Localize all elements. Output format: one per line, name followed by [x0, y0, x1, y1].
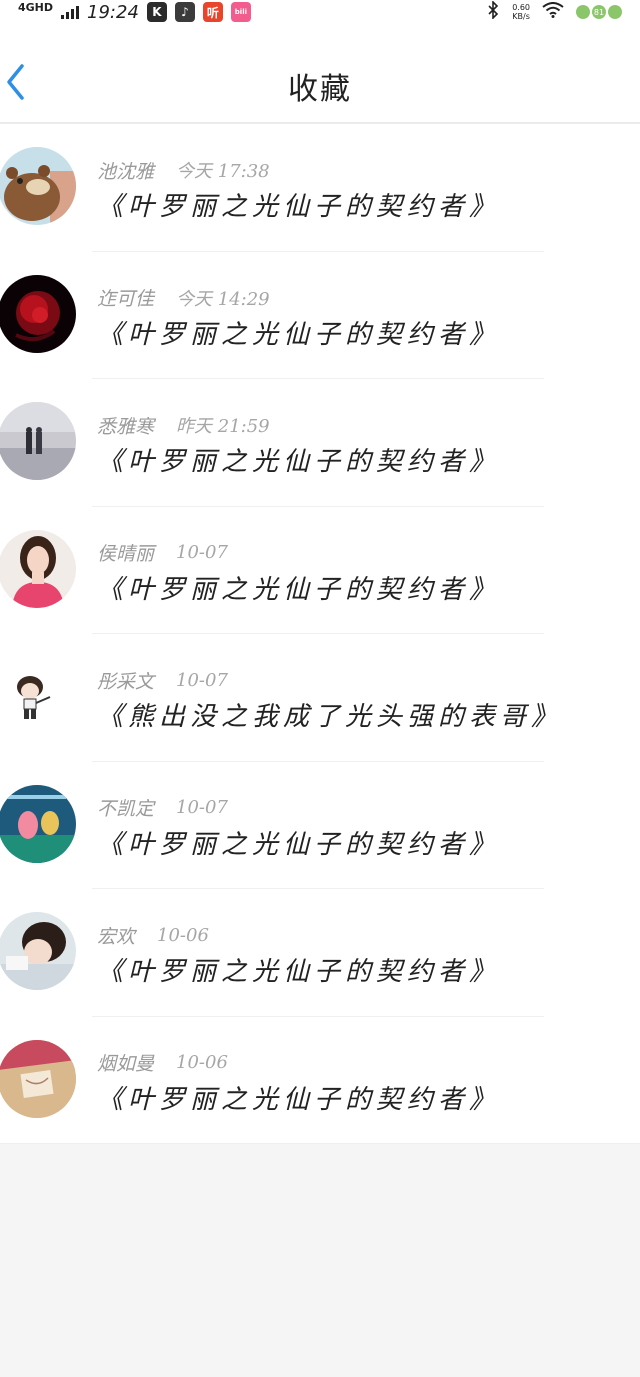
status-left: 4GHD 19:24 K ♪ 听 bili [18, 2, 251, 23]
book-title: 《叶罗丽之光仙子的契约者》 [97, 319, 501, 350]
favorites-list: 池沈雅 今天 17:38 《叶罗丽之光仙子的契约者》 迮可佳 今天 14:29 … [0, 124, 640, 1144]
username: 迮可佳 [97, 288, 155, 310]
avatar [0, 657, 76, 735]
bluetooth-icon [486, 0, 500, 24]
net-speed-unit: KB/s [512, 12, 530, 21]
username: 侯晴丽 [97, 543, 155, 565]
timestamp: 10-06 [157, 924, 209, 946]
avatar [0, 784, 76, 863]
item-meta: 池沈雅 今天 17:38 [97, 156, 270, 184]
item-meta: 侯晴丽 10-07 [97, 539, 228, 567]
book-title: 《叶罗丽之光仙子的契约者》 [97, 1084, 501, 1115]
item-meta: 迮可佳 今天 14:29 [97, 284, 270, 312]
app-icon-bilibili: bili [230, 2, 251, 22]
avatar [0, 274, 76, 353]
battery-level: 81 [592, 5, 606, 19]
item-meta: 烟如曼 10-06 [97, 1049, 228, 1077]
avatar [0, 147, 76, 225]
item-meta: 不凯定 10-07 [97, 794, 228, 822]
battery-icon: 81 [576, 5, 622, 19]
top-nav-bar: 收藏 [0, 24, 640, 124]
app-icon-listen: 听 [202, 2, 223, 22]
app-screen: 4GHD 19:24 K ♪ 听 bili 0.60 KB/s 81 收藏 池沈… [0, 0, 640, 1377]
list-item[interactable]: 侯晴丽 10-07 《叶罗丽之光仙子的契约者》 [0, 507, 640, 635]
timestamp: 今天 14:29 [176, 288, 270, 310]
net-speed-value: 0.60 [512, 3, 530, 12]
username: 不凯定 [97, 798, 155, 820]
list-item[interactable]: 悉雅寒 昨天 21:59 《叶罗丽之光仙子的契约者》 [0, 379, 640, 507]
book-title: 《熊出没之我成了光头强的表哥》 [97, 702, 563, 732]
timestamp: 昨天 21:59 [176, 416, 270, 437]
signal-icon [61, 5, 80, 19]
net-speed: 0.60 KB/s [512, 3, 530, 21]
book-title: 《叶罗丽之光仙子的契约者》 [97, 447, 501, 477]
username: 悉雅寒 [97, 415, 155, 438]
list-item[interactable]: 不凯定 10-07 《叶罗丽之光仙子的契约者》 [0, 762, 640, 890]
page-title: 收藏 [288, 72, 352, 107]
timestamp: 今天 17:38 [176, 161, 270, 182]
timestamp: 10-07 [176, 542, 228, 563]
network-type: 4GHD [18, 1, 54, 14]
wifi-icon [542, 1, 564, 23]
list-item[interactable]: 烟如曼 10-06 《叶罗丽之光仙子的契约者》 [0, 1017, 640, 1145]
book-title: 《叶罗丽之光仙子的契约者》 [97, 574, 501, 605]
timestamp: 10-07 [176, 797, 228, 818]
item-meta: 悉雅寒 昨天 21:59 [97, 411, 270, 439]
avatar [0, 912, 76, 990]
username: 宏欢 [97, 925, 136, 948]
app-icon-music: ♪ [174, 2, 195, 22]
app-icon-k: K [146, 2, 167, 22]
clock: 19:24 [87, 1, 139, 23]
username: 彤采文 [97, 670, 155, 693]
timestamp: 10-06 [176, 1052, 228, 1073]
list-item[interactable]: 彤采文 10-07 《熊出没之我成了光头强的表哥》 [0, 634, 640, 762]
list-item[interactable]: 池沈雅 今天 17:38 《叶罗丽之光仙子的契约者》 [0, 124, 640, 252]
avatar [0, 402, 76, 480]
status-bar: 4GHD 19:24 K ♪ 听 bili 0.60 KB/s 81 [0, 0, 640, 24]
item-meta: 宏欢 10-06 [97, 921, 209, 949]
list-item[interactable]: 宏欢 10-06 《叶罗丽之光仙子的契约者》 [0, 889, 640, 1017]
avatar [0, 529, 76, 608]
book-title: 《叶罗丽之光仙子的契约者》 [97, 192, 501, 222]
avatar [0, 1039, 76, 1118]
username: 池沈雅 [97, 160, 155, 183]
timestamp: 10-07 [176, 669, 228, 691]
book-title: 《叶罗丽之光仙子的契约者》 [97, 829, 501, 860]
status-right: 0.60 KB/s 81 [486, 0, 622, 24]
item-meta: 彤采文 10-07 [97, 666, 228, 694]
username: 烟如曼 [97, 1053, 155, 1075]
book-title: 《叶罗丽之光仙子的契约者》 [97, 957, 501, 987]
list-item[interactable]: 迮可佳 今天 14:29 《叶罗丽之光仙子的契约者》 [0, 252, 640, 380]
